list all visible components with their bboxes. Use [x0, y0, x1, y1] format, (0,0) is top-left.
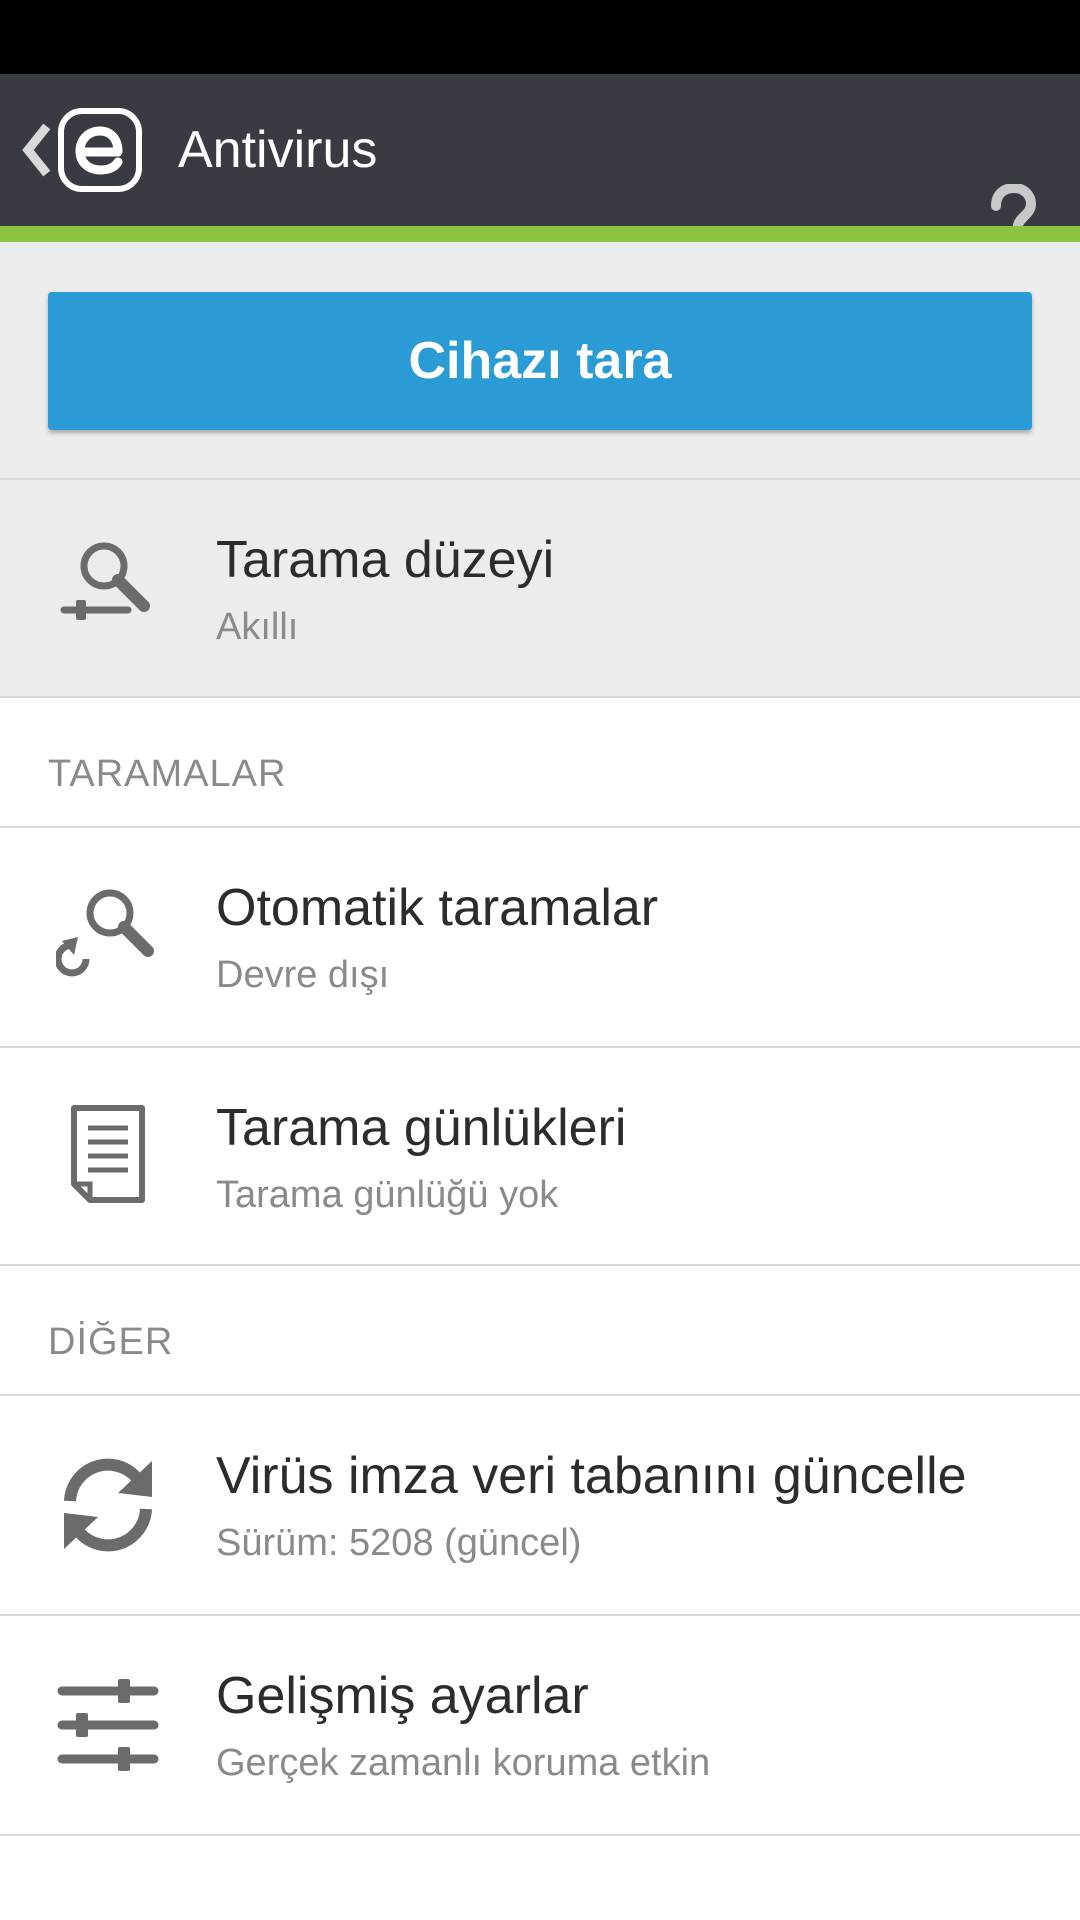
list-item-update-signatures[interactable]: Virüs imza veri tabanını güncelle Sürüm:…	[0, 1396, 1080, 1616]
scan-level-item[interactable]: Tarama düzeyi Akıllı	[0, 478, 1080, 698]
scan-level-icon	[60, 542, 150, 620]
list-item-scan-logs[interactable]: Tarama günlükleri Tarama günlüğü yok	[0, 1048, 1080, 1266]
list-item-subtitle: Devre dışı	[216, 954, 390, 996]
list-item-automatic-scans[interactable]: Otomatik taramalar Devre dışı	[0, 828, 1080, 1048]
list-item-title: Virüs imza veri tabanını güncelle	[216, 1447, 967, 1505]
eset-logo-icon	[58, 108, 142, 192]
scan-device-button[interactable]: Cihazı tara	[48, 292, 1032, 430]
list-item-subtitle: Tarama günlüğü yok	[216, 1174, 559, 1216]
status-bar	[0, 0, 1080, 74]
list-item-title: Tarama günlükleri	[216, 1099, 627, 1157]
section-title: TARAMALAR	[48, 753, 287, 795]
section-title: DİĞER	[48, 1321, 174, 1363]
list-item-advanced-settings[interactable]: Gelişmiş ayarlar Gerçek zamanlı koruma e…	[0, 1616, 1080, 1836]
sliders-icon	[57, 1679, 159, 1771]
section-header-scans: TARAMALAR	[0, 698, 1080, 828]
app-bar-accent	[0, 226, 1080, 242]
list-item-title: Otomatik taramalar	[216, 879, 659, 937]
list-item-title: Gelişmiş ayarlar	[216, 1667, 589, 1725]
document-icon	[71, 1105, 145, 1203]
scheduled-scan-icon	[56, 889, 154, 977]
page-title: Antivirus	[178, 121, 378, 179]
refresh-icon	[64, 1458, 152, 1552]
back-button[interactable]	[0, 74, 142, 226]
list-item-subtitle: Gerçek zamanlı koruma etkin	[216, 1742, 711, 1784]
scan-level-value: Akıllı	[216, 606, 299, 648]
scan-level-title: Tarama düzeyi	[216, 531, 555, 589]
scan-area: Cihazı tara	[0, 242, 1080, 478]
section-header-other: DİĞER	[0, 1266, 1080, 1396]
app-bar: Antivirus	[0, 74, 1080, 256]
chevron-left-icon	[22, 123, 51, 177]
list-item-subtitle: Sürüm: 5208 (güncel)	[216, 1522, 582, 1564]
